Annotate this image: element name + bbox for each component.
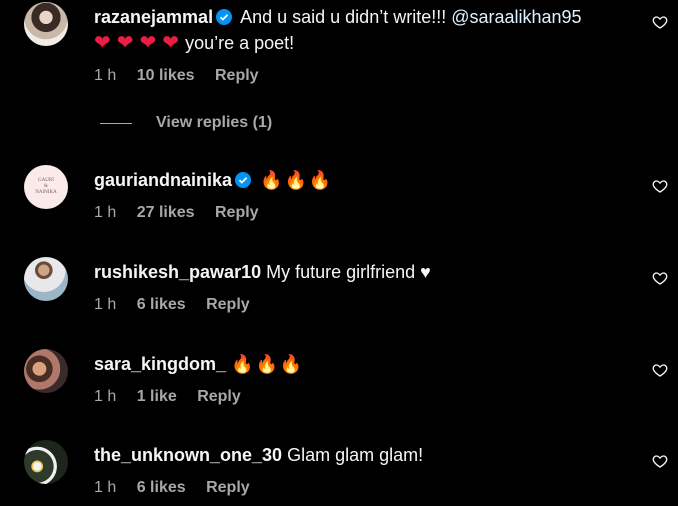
- likes-count[interactable]: 10 likes: [137, 67, 195, 84]
- comment-text: razanejammal And u said u didn’t write!!…: [94, 4, 630, 56]
- fire-emoji: 🔥: [260, 170, 283, 190]
- comment-time: 1 h: [94, 204, 117, 221]
- likes-count[interactable]: 6 likes: [137, 479, 186, 496]
- heart-emojis: ❤ ❤ ❤ ❤: [94, 32, 185, 54]
- view-replies-button[interactable]: View replies (1): [100, 113, 272, 133]
- comment-meta: 1 h 6 likes Reply: [94, 478, 630, 498]
- comment-time: 1 h: [94, 479, 117, 496]
- heart-outline-icon[interactable]: [652, 270, 668, 286]
- avatar[interactable]: [24, 349, 68, 393]
- heart-emoji: ❤: [94, 32, 111, 54]
- likes-count[interactable]: 1 like: [137, 388, 177, 405]
- verified-badge-icon: [216, 9, 233, 25]
- comment-meta: 1 h 10 likes Reply: [94, 66, 630, 86]
- likes-count[interactable]: 6 likes: [137, 296, 186, 313]
- comment-username[interactable]: rushikesh_pawar10: [94, 262, 261, 282]
- reply-button[interactable]: Reply: [215, 204, 259, 221]
- divider-line: [100, 122, 132, 124]
- heart-emoji: ❤: [116, 32, 134, 54]
- reply-button[interactable]: Reply: [206, 479, 250, 496]
- view-replies-label: View replies (1): [156, 114, 273, 131]
- comment-text: the_unknown_one_30 Glam glam glam!: [94, 442, 630, 468]
- likes-count[interactable]: 27 likes: [137, 204, 195, 221]
- heart-outline-icon[interactable]: [652, 14, 668, 30]
- comment-meta: 1 h 27 likes Reply: [94, 203, 630, 223]
- comment-text: sara_kingdom_ 🔥 🔥 🔥: [94, 351, 630, 377]
- avatar-text: NAINIKA: [35, 190, 57, 195]
- fire-emoji: 🔥: [255, 354, 278, 374]
- mention-link[interactable]: @saraalikhan95: [451, 7, 581, 27]
- comment-time: 1 h: [94, 296, 117, 313]
- comment-time: 1 h: [94, 67, 117, 84]
- heart-emoji: ❤: [162, 32, 180, 54]
- comment-body: Glam glam glam!: [287, 445, 424, 465]
- heart-outline-icon[interactable]: [652, 362, 668, 378]
- avatar[interactable]: [24, 440, 68, 484]
- comment-meta: 1 h 1 like Reply: [94, 387, 630, 407]
- comment-username[interactable]: gauriandnainika: [94, 170, 232, 190]
- fire-emoji: 🔥: [284, 170, 307, 190]
- comment-text: gauriandnainika 🔥 🔥 🔥: [94, 167, 630, 193]
- avatar[interactable]: GAURI & NAINIKA: [24, 165, 68, 209]
- verified-badge-icon: [235, 172, 252, 188]
- reply-button[interactable]: Reply: [197, 388, 241, 405]
- comment-text: rushikesh_pawar10 My future girlfriend ♥: [94, 259, 630, 285]
- comment-body: And u said u didn’t write!!!: [240, 7, 452, 27]
- heart-outline-icon[interactable]: [652, 178, 668, 194]
- comment-body: My future girlfriend ♥: [266, 262, 431, 282]
- comment-username[interactable]: the_unknown_one_30: [94, 445, 282, 465]
- fire-emoji: 🔥: [279, 354, 303, 374]
- comment-username[interactable]: sara_kingdom_: [94, 354, 226, 374]
- comment-username[interactable]: razanejammal: [94, 7, 213, 27]
- heart-emoji: ❤: [139, 32, 157, 54]
- reply-button[interactable]: Reply: [215, 67, 259, 84]
- heart-outline-icon[interactable]: [652, 453, 668, 469]
- fire-emoji: 🔥: [231, 354, 254, 374]
- fire-emoji: 🔥: [308, 170, 332, 190]
- avatar[interactable]: [24, 2, 68, 46]
- comment-time: 1 h: [94, 388, 117, 405]
- comment-body-cont: you’re a poet!: [185, 33, 295, 53]
- avatar[interactable]: [24, 257, 68, 301]
- comment-meta: 1 h 6 likes Reply: [94, 295, 630, 315]
- reply-button[interactable]: Reply: [206, 296, 250, 313]
